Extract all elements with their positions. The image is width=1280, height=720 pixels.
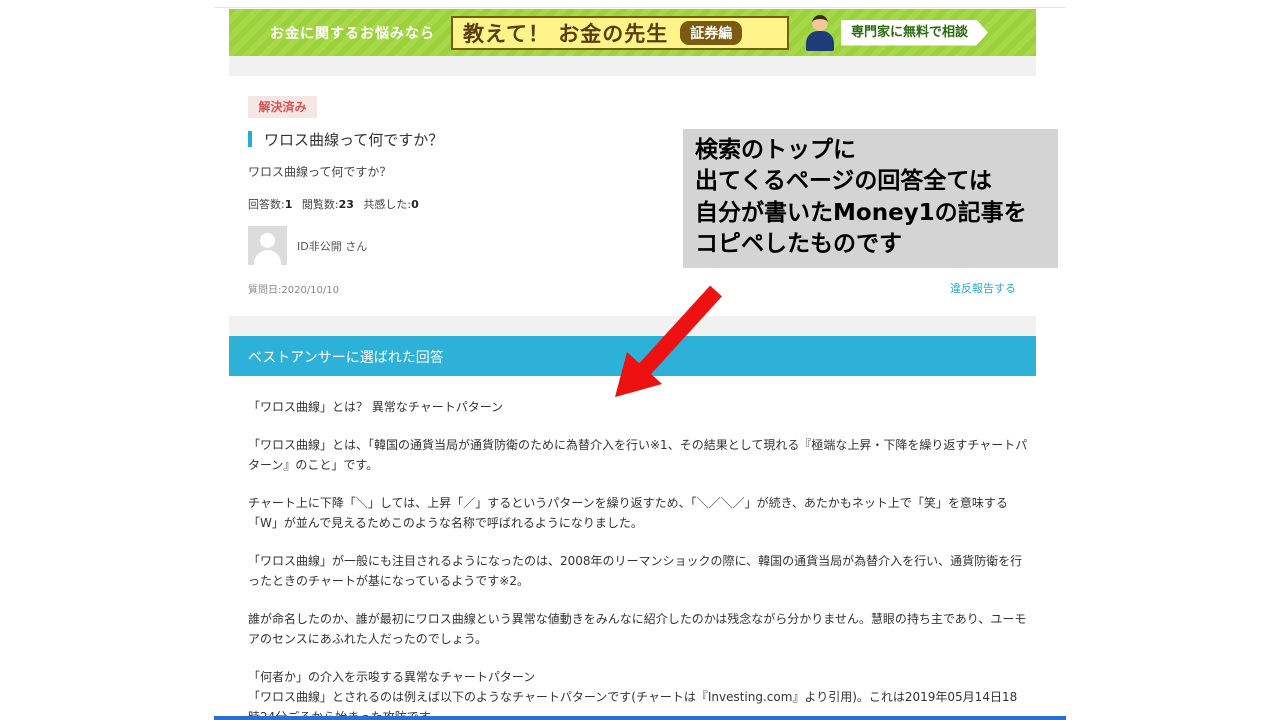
report-link[interactable]: 違反報告する bbox=[950, 280, 1016, 296]
answer-paragraph: 「ワロス曲線」とは、「韓国の通貨当局が通貨防衛のために為替介入を行い※1、その結… bbox=[248, 438, 1028, 472]
banner-cta-button[interactable]: 専門家に無料で相談 bbox=[841, 19, 989, 46]
question-title: ワロス曲線って何ですか？ bbox=[264, 131, 444, 149]
empathy-label: 共感した: bbox=[363, 198, 412, 211]
question-stats: 回答数:1 閲覧数:23 共感した:0 bbox=[248, 196, 419, 212]
annotation-callout: 検索のトップに 出てくるページの回答全ては 自分が書いたMoney1の記事を コ… bbox=[683, 129, 1058, 268]
callout-line: 検索のトップに bbox=[695, 137, 856, 163]
asker-name: ID非公開 さん bbox=[297, 240, 368, 253]
views-label: 閲覧数: bbox=[301, 198, 339, 211]
banner-tag: 証券編 bbox=[680, 20, 743, 45]
answers-count: 1 bbox=[284, 198, 293, 211]
top-divider bbox=[214, 7, 1066, 8]
callout-line: 自分が書いたMoney1の記事を bbox=[695, 200, 1027, 226]
answer-body: 「ワロス曲線」とは？ 異常なチャートパターン 「ワロス曲線」とは、「韓国の通貨当… bbox=[248, 397, 1028, 720]
empathy-count: 0 bbox=[411, 198, 419, 211]
user-avatar bbox=[248, 226, 287, 265]
red-arrow-icon bbox=[615, 285, 722, 397]
banner-logo-box: 教えて！ お金の先生 証券編 bbox=[451, 15, 789, 50]
banner-title: 教えて！ お金の先生 bbox=[463, 21, 669, 46]
title-accent-bar bbox=[248, 131, 252, 147]
callout-line: コピペしたものです bbox=[695, 231, 902, 257]
answers-label: 回答数: bbox=[248, 198, 285, 211]
answer-paragraph: 誰が命名したのか、誰が最初にワロス曲線という異常な値動きをみんなに紹介したのかは… bbox=[248, 612, 1027, 646]
answer-paragraph: 「ワロス曲線」が一般にも注目されるようになったのは、2008年のリーマンショック… bbox=[248, 554, 1023, 588]
bottom-accent-bar bbox=[214, 716, 1066, 720]
answer-paragraph: チャート上に下降「＼」しては、上昇「／」するというパターンを繰り返すため、「＼／… bbox=[248, 496, 1008, 530]
best-answer-heading: ベストアンサーに選ばれた回答 bbox=[248, 350, 444, 366]
question-body: ワロス曲線って何ですか？ bbox=[248, 165, 392, 179]
question-date: 質問日:2020/10/10 bbox=[248, 285, 340, 296]
resolved-badge: 解決済み bbox=[248, 96, 317, 118]
banner-lead-text: お金に関するお悩みなら bbox=[270, 25, 435, 42]
ad-banner[interactable]: お金に関するお悩みなら 教えて！ お金の先生 証券編 専門家に無料で相談 bbox=[229, 9, 1036, 56]
advisor-avatar-icon bbox=[805, 14, 835, 52]
callout-line: 出てくるページの回答全ては bbox=[695, 168, 992, 194]
section-gap bbox=[229, 56, 1036, 76]
views-count: 23 bbox=[338, 198, 354, 211]
answer-subheading: 「何者か」の介入を示唆する異常なチャートパターン bbox=[248, 670, 536, 684]
